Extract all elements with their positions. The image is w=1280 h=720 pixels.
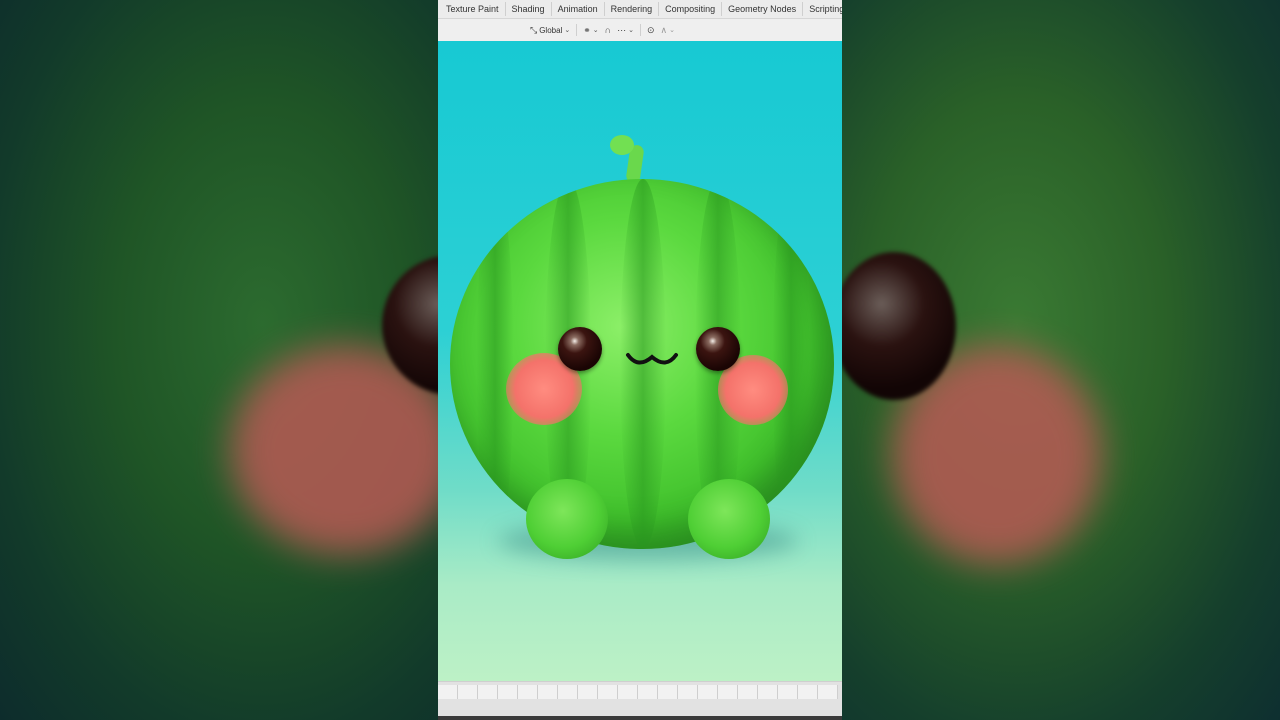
snap-toggle[interactable]: ∩ <box>605 25 611 35</box>
timeline[interactable] <box>438 681 842 720</box>
stripe <box>772 179 810 549</box>
status-bar <box>438 716 842 720</box>
pivot-point-dropdown[interactable]: ⚭ ⌄ <box>583 25 598 36</box>
tab-shading[interactable]: Shading <box>506 2 552 16</box>
eye-left <box>558 327 602 371</box>
tab-geometry-nodes[interactable]: Geometry Nodes <box>722 2 804 16</box>
foot-left <box>526 479 608 559</box>
tab-texture-paint[interactable]: Texture Paint <box>440 2 506 16</box>
timeline-cell <box>438 685 458 699</box>
falloff-curve-icon: ∧ <box>660 24 668 35</box>
timeline-cell <box>518 685 538 699</box>
timeline-cell <box>598 685 618 699</box>
timeline-cell <box>778 685 798 699</box>
timeline-cell <box>758 685 778 699</box>
proportional-edit-toggle[interactable]: ⊙ <box>647 25 655 36</box>
blurred-background-left <box>0 0 438 720</box>
timeline-cell <box>638 685 658 699</box>
timeline-cell <box>698 685 718 699</box>
timeline-cell <box>658 685 678 699</box>
transform-orientation-icon: ⤡ <box>530 24 538 35</box>
link-pivot-icon: ⚭ <box>583 24 591 35</box>
chevron-down-icon: ⌄ <box>669 27 675 34</box>
transform-orientation-dropdown[interactable]: ⤡ Global ⌄ <box>530 25 570 36</box>
tab-rendering[interactable]: Rendering <box>605 2 660 16</box>
toolbar-divider <box>576 24 578 36</box>
proportional-edit-icon: ⊙ <box>646 24 655 35</box>
viewport-header: ⤡ Global ⌄ ⚭ ⌄ ∩ ⋯ ⌄ ⊙ ∧ ⌄ <box>438 19 842 41</box>
timeline-cell <box>478 685 498 699</box>
chevron-down-icon: ⌄ <box>592 27 599 34</box>
timeline-cell <box>578 685 598 699</box>
orientation-label: Global <box>539 25 563 35</box>
mouth <box>626 353 678 365</box>
timeline-cell <box>798 685 818 699</box>
timeline-cell <box>538 685 558 699</box>
eye-right <box>696 327 740 371</box>
3d-viewport[interactable] <box>438 41 842 681</box>
timeline-cell <box>618 685 638 699</box>
timeline-cell <box>498 685 518 699</box>
falloff-dropdown[interactable]: ∧ ⌄ <box>661 25 675 36</box>
timeline-cell <box>718 685 738 699</box>
chevron-down-icon: ⌄ <box>628 27 634 34</box>
tab-scripting[interactable]: Scripting <box>803 2 842 16</box>
foot-right <box>688 479 770 559</box>
timeline-cell <box>818 685 838 699</box>
stem-curl <box>610 135 634 155</box>
workspace-tabs: Texture Paint Shading Animation Renderin… <box>438 0 842 19</box>
tab-compositing[interactable]: Compositing <box>659 2 723 16</box>
toolbar-divider <box>639 24 641 36</box>
stripe <box>476 179 514 549</box>
snap-increment-icon: ⋯ <box>617 24 627 35</box>
chevron-down-icon: ⌄ <box>564 27 571 34</box>
timeline-frames <box>438 685 842 699</box>
blender-window: Texture Paint Shading Animation Renderin… <box>438 0 842 720</box>
magnet-snap-icon: ∩ <box>604 25 612 35</box>
snap-target-dropdown[interactable]: ⋯ ⌄ <box>617 25 634 36</box>
tab-animation[interactable]: Animation <box>552 2 605 16</box>
timeline-cell <box>458 685 478 699</box>
timeline-cell <box>738 685 758 699</box>
blurred-background-right <box>842 0 1280 720</box>
watermelon-stem <box>610 135 654 184</box>
timeline-cell <box>558 685 578 699</box>
timeline-cell <box>678 685 698 699</box>
